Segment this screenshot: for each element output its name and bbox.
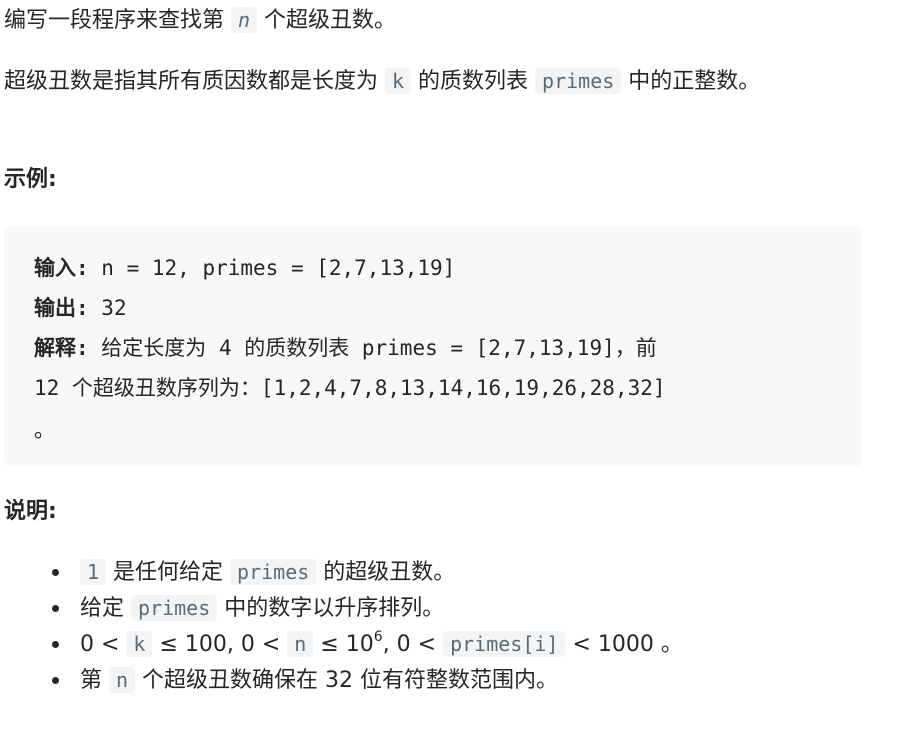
explain-label: 解释: <box>34 336 89 360</box>
bullet-icon <box>52 569 59 576</box>
list-item: 给定 primes 中的数字以升序排列。 <box>52 590 683 626</box>
example-output-line: 输出: 32 <box>34 288 832 328</box>
inline-code-primes: primes <box>230 559 317 585</box>
note-text: 是任何给定 <box>106 560 231 585</box>
explain-text: 给定长度为 4 的质数列表 primes = [2,7,13,19]，前 <box>88 336 657 360</box>
list-item: 1 是任何给定 primes 的超级丑数。 <box>52 554 683 590</box>
example-explain-tail: 。 <box>34 418 55 442</box>
example-input-line: 输入: n = 12, primes = [2,7,13,19] <box>34 248 832 288</box>
inline-code-one: 1 <box>80 559 107 585</box>
intro-paragraph: 编写一段程序来查找第 n 个超级丑数。 <box>4 2 396 39</box>
note-text: 第 <box>80 668 109 693</box>
note-text: ≤ 100, 0 < <box>152 632 288 657</box>
intro-text: 编写一段程序来查找第 <box>4 8 231 33</box>
inline-code-k: k <box>126 631 153 657</box>
output-label: 输出: <box>34 296 89 320</box>
input-label: 输入: <box>34 256 89 280</box>
notes-heading: 说明: <box>4 499 57 524</box>
note-text: 中的数字以升序排列。 <box>217 596 445 621</box>
note-text: 个超级丑数确保在 32 位有符整数范围内。 <box>135 668 559 693</box>
example-explain-line: 解释: 给定长度为 4 的质数列表 primes = [2,7,13,19]，前 <box>34 328 832 368</box>
definition-text: 中的正整数。 <box>621 69 761 94</box>
notes-list: 1 是任何给定 primes 的超级丑数。 给定 primes 中的数字以升序排… <box>4 554 683 698</box>
example-code-block: 输入: n = 12, primes = [2,7,13,19] 输出: 32 … <box>4 226 862 466</box>
bullet-icon <box>52 605 59 612</box>
note-text: 的超级丑数。 <box>316 560 456 585</box>
definition-text: 的质数列表 <box>411 69 536 94</box>
example-explain-continuation: 12 个超级丑数序列为：[1,2,4,7,8,13,14,16,19,26,28… <box>34 376 666 400</box>
inline-code-n: n <box>109 667 136 693</box>
example-heading: 示例: <box>4 167 57 192</box>
inline-code-primes: primes <box>535 68 622 94</box>
definition-text: 超级丑数是指其所有质因数都是长度为 <box>4 69 385 94</box>
definition-paragraph: 超级丑数是指其所有质因数都是长度为 k 的质数列表 primes 中的正整数。 <box>4 63 864 100</box>
inline-code-primes: primes <box>131 595 218 621</box>
inline-code-n: n <box>287 631 314 657</box>
note-text: 给定 <box>80 596 131 621</box>
inline-code-n: n <box>231 7 258 33</box>
bullet-icon <box>52 677 59 684</box>
exponent: 6 <box>373 629 383 645</box>
note-text: , 0 < <box>382 632 444 657</box>
intro-text-end: 个超级丑数。 <box>257 8 397 33</box>
note-text: < 1000 。 <box>565 632 683 657</box>
note-text: ≤ 10 <box>313 632 374 657</box>
inline-code-primes-i: primes[i] <box>443 631 566 657</box>
list-item: 0 < k ≤ 100, 0 < n ≤ 106, 0 < primes[i] … <box>52 626 683 662</box>
list-item: 第 n 个超级丑数确保在 32 位有符整数范围内。 <box>52 662 683 698</box>
note-text: 0 < <box>80 632 127 657</box>
bullet-icon <box>52 641 59 648</box>
output-value: 32 <box>88 296 127 320</box>
input-value: n = 12, primes = [2,7,13,19] <box>88 256 456 280</box>
inline-code-k: k <box>385 68 412 94</box>
